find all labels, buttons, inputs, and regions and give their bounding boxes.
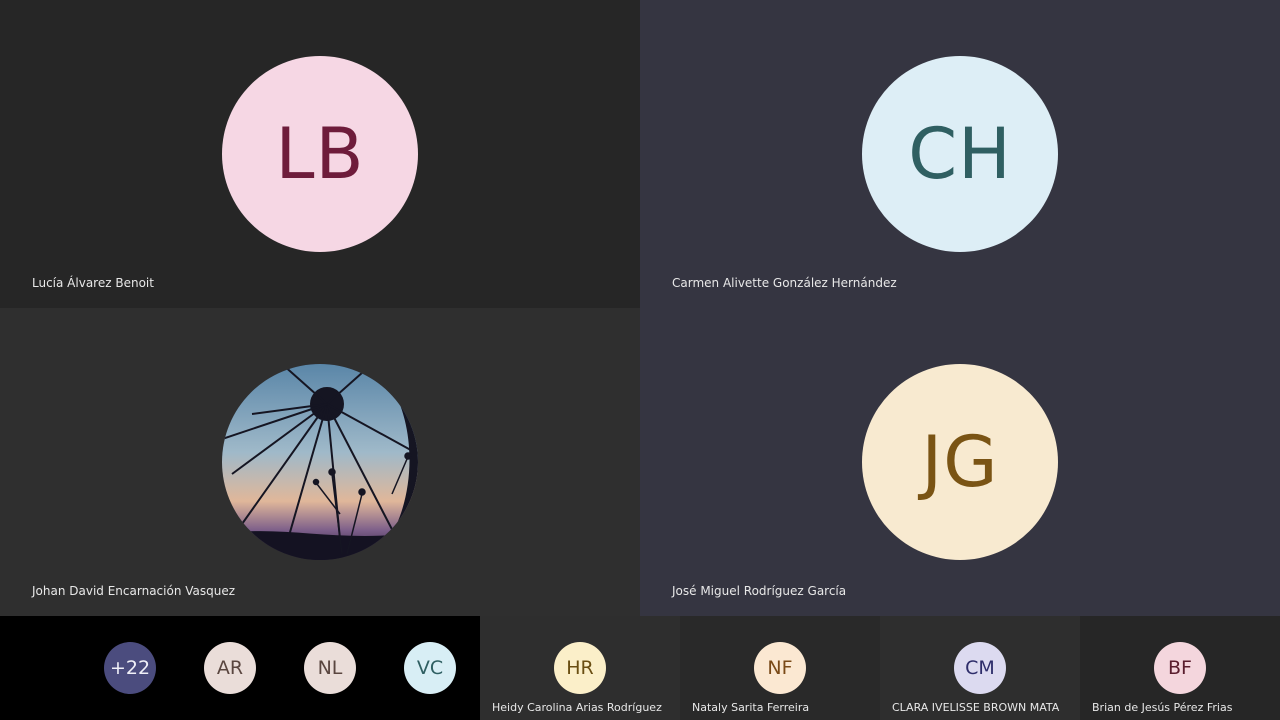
meeting-gallery: LB Lucía Álvarez Benoit CH Carmen Alivet…	[0, 0, 1280, 720]
avatar: CM	[954, 642, 1006, 694]
participant-name: Nataly Sarita Ferreira	[692, 701, 810, 714]
wheel-silhouette-photo	[222, 364, 418, 560]
participant-name: CLARA IVELISSE BROWN MATA	[892, 701, 1060, 714]
participant-tile-small[interactable]: CM CLARA IVELISSE BROWN MATA	[880, 616, 1080, 720]
participant-name: Brian de Jesús Pérez Frias	[1092, 701, 1233, 714]
more-count: +22	[109, 657, 151, 679]
avatar: CH	[862, 56, 1058, 252]
avatar: LB	[222, 56, 418, 252]
participant-strip: +22 AR NL VC HR Heidy Carolina Arias Rod…	[0, 616, 1280, 720]
more-participants-button[interactable]: +22	[104, 642, 156, 694]
avatar-photo	[222, 364, 418, 560]
participant-name: Lucía Álvarez Benoit	[32, 276, 154, 290]
participant-tile-small[interactable]: BF Brian de Jesús Pérez Frias	[1080, 616, 1280, 720]
participant-name: Heidy Carolina Arias Rodríguez	[492, 701, 662, 714]
participant-name: José Miguel Rodríguez García	[672, 584, 847, 598]
participant-name: Carmen Alivette González Hernández	[672, 276, 897, 290]
participant-name: Johan David Encarnación Vasquez	[32, 584, 236, 598]
participant-tile-small[interactable]: NF Nataly Sarita Ferreira	[680, 616, 880, 720]
avatar-initials: NL	[317, 657, 343, 679]
avatar[interactable]: NL	[304, 642, 356, 694]
avatar: NF	[754, 642, 806, 694]
participant-tile[interactable]: JG José Miguel Rodríguez García	[640, 308, 1280, 616]
avatar: BF	[1154, 642, 1206, 694]
avatar-initials: VC	[416, 657, 444, 679]
avatar-initials: AR	[216, 657, 244, 679]
avatar-initials: CM	[965, 657, 995, 679]
avatar-initials: LB	[275, 113, 365, 195]
avatar[interactable]: AR	[204, 642, 256, 694]
avatar[interactable]: VC	[404, 642, 456, 694]
avatar: JG	[862, 364, 1058, 560]
participant-tile[interactable]: CH Carmen Alivette González Hernández	[640, 0, 1280, 308]
avatar-initials: NF	[767, 657, 793, 679]
participant-tile-small[interactable]: HR Heidy Carolina Arias Rodríguez	[480, 616, 680, 720]
avatar: HR	[554, 642, 606, 694]
avatar-initials: CH	[908, 113, 1012, 195]
avatar-initials: JG	[921, 421, 999, 503]
overflow-participants[interactable]: +22 AR NL VC	[0, 616, 480, 720]
participant-tile[interactable]: Johan David Encarnación Vasquez	[0, 308, 640, 616]
participant-tile[interactable]: LB Lucía Álvarez Benoit	[0, 0, 640, 308]
avatar-initials: HR	[566, 657, 594, 679]
avatar-initials: BF	[1168, 657, 1192, 679]
